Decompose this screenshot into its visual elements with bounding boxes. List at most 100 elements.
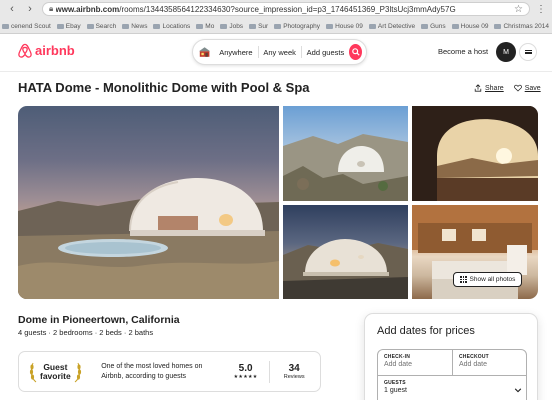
browser-menu-icon[interactable]: ⋮ xyxy=(536,4,546,15)
bookmark-item[interactable]: House 09 xyxy=(326,23,363,30)
address-bar[interactable]: 🔒︎ www.airbnb.com/rooms/1344358564122334… xyxy=(42,2,530,16)
folder-icon xyxy=(2,23,9,29)
booking-title: Add dates for prices xyxy=(377,325,475,337)
folder-icon xyxy=(326,23,334,29)
guest-favorite-badge: Guest favorite xyxy=(29,361,93,383)
folder-icon xyxy=(494,23,502,29)
reviews-label: Reviews xyxy=(283,374,305,380)
bookmark-item[interactable]: Christmas 2014 xyxy=(494,23,549,30)
checkout-value: Add date xyxy=(459,361,488,368)
browser-chrome: ‹ › 🔒︎ www.airbnb.com/rooms/134435856412… xyxy=(0,0,552,34)
bookmark-item[interactable]: Ebay xyxy=(56,23,81,30)
bookmark-label: Photography xyxy=(283,22,321,30)
bookmark-label: Guns xyxy=(430,22,446,30)
checkin-field[interactable]: CHECK-IN Add date xyxy=(378,350,453,376)
guest-favorite-card[interactable]: Guest favorite One of the most loved hom… xyxy=(18,351,321,392)
browser-toolbar: ‹ › 🔒︎ www.airbnb.com/rooms/134435856412… xyxy=(0,0,552,18)
save-label: Save xyxy=(524,84,541,92)
bookmark-item[interactable]: Locations xyxy=(153,23,190,30)
booking-card: Add dates for prices CHECK-IN Add date C… xyxy=(364,313,538,400)
search-bar[interactable]: Anywhere Any week Add guests xyxy=(192,39,367,65)
folder-icon xyxy=(122,23,130,29)
folder-icon xyxy=(421,23,429,29)
guests-label: GUESTS xyxy=(384,380,406,386)
folder-icon xyxy=(86,23,94,29)
folder-icon xyxy=(220,23,228,29)
share-button[interactable]: Share xyxy=(474,84,504,92)
bookmark-label: Sur xyxy=(258,22,269,30)
bookmark-item[interactable]: cenend Scout xyxy=(2,23,51,30)
any-week-button[interactable]: Any week xyxy=(258,48,301,57)
main-photo-dome-exterior[interactable] xyxy=(18,106,279,299)
menu-button[interactable] xyxy=(519,43,537,61)
bookmark-label: Search xyxy=(95,22,117,30)
photo-dome-landscape[interactable] xyxy=(283,106,408,201)
folder-icon xyxy=(56,23,64,29)
anywhere-button[interactable]: Anywhere xyxy=(214,48,257,57)
photo-dome-interior-window[interactable] xyxy=(412,106,538,201)
checkout-field[interactable]: CHECKOUT Add date xyxy=(453,350,526,376)
bookmark-item[interactable]: Jobs xyxy=(220,23,243,30)
bookmark-item[interactable]: Photography xyxy=(274,23,320,30)
bookmark-item[interactable]: House 09 xyxy=(451,22,489,30)
bookmark-label: Christmas 2014 xyxy=(503,22,550,30)
share-icon xyxy=(474,84,482,92)
title-actions: Share Save xyxy=(474,84,541,92)
folder-icon xyxy=(368,23,376,29)
folder-icon xyxy=(196,23,204,29)
bookmark-label: Jobs xyxy=(229,22,244,30)
rating-value: 5.0 xyxy=(238,363,253,374)
bookmark-item[interactable]: Art Detective xyxy=(368,23,415,30)
forward-button[interactable]: › xyxy=(24,3,36,15)
heart-icon xyxy=(513,84,522,92)
grid-icon xyxy=(460,276,467,283)
site-header: airbnb Anywhere Any week Add guests Beco… xyxy=(0,34,552,72)
rating-summary: 5.0 ★★★★★ xyxy=(228,363,264,380)
reviews-summary[interactable]: 34 Reviews xyxy=(278,363,310,380)
avatar[interactable]: M xyxy=(496,42,516,62)
bookmarks-bar: cenend Scout Ebay Search News Locations Mo Job… xyxy=(0,19,552,33)
add-guests-button[interactable]: Add guests xyxy=(302,48,350,57)
chevron-down-icon xyxy=(514,388,522,393)
checkout-label: CHECKOUT xyxy=(459,354,489,360)
share-label: Share xyxy=(485,84,504,92)
url-text: www.airbnb.com/rooms/1344358564122334630… xyxy=(55,4,456,14)
interior-window-image xyxy=(412,106,538,201)
show-all-photos-button[interactable]: Show all photos xyxy=(453,272,523,287)
save-button[interactable]: Save xyxy=(513,84,541,92)
airbnb-logo-icon xyxy=(18,43,32,58)
laurel-left-icon xyxy=(29,362,37,382)
bookmark-star-icon[interactable]: ☆ xyxy=(514,4,523,15)
become-host-link[interactable]: Become a host xyxy=(438,47,488,56)
bookmark-label: House 09 xyxy=(335,22,363,30)
dome-landscape-image xyxy=(283,134,408,201)
bookmark-item[interactable]: News xyxy=(122,23,147,30)
folder-icon xyxy=(153,23,161,29)
bookmark-label: House 09 xyxy=(460,22,489,30)
hamburger-icon xyxy=(524,50,532,54)
guests-select[interactable]: GUESTS 1 guest xyxy=(378,376,526,400)
laurel-right-icon xyxy=(74,362,81,382)
guest-favorite-text: Guest favorite xyxy=(40,361,71,381)
back-button[interactable]: ‹ xyxy=(6,3,18,15)
show-all-photos-label: Show all photos xyxy=(469,276,516,283)
house-icon xyxy=(199,47,211,57)
bookmark-item[interactable]: Guns xyxy=(421,23,446,30)
booking-inputs: CHECK-IN Add date CHECKOUT Add date GUES… xyxy=(377,349,527,400)
search-button[interactable] xyxy=(349,44,362,60)
listing-details: 4 guests · 2 bedrooms · 2 beds · 2 baths xyxy=(18,328,154,337)
rating-divider xyxy=(269,360,271,383)
bookmark-label: Locations xyxy=(162,22,191,30)
page-title: HATA Dome - Monolithic Dome with Pool & … xyxy=(18,80,310,95)
guest-favorite-description: One of the most loved homes on Airbnb, a… xyxy=(101,363,203,380)
folder-icon xyxy=(274,23,282,29)
photo-dome-twilight[interactable] xyxy=(283,205,408,299)
guests-value: 1 guest xyxy=(384,387,407,394)
bookmark-item[interactable]: Search xyxy=(86,22,117,30)
dome-exterior-image xyxy=(18,178,279,299)
bookmark-item[interactable]: Mo xyxy=(196,23,214,30)
bookmark-item[interactable]: Sur xyxy=(249,23,268,30)
airbnb-logo[interactable]: airbnb xyxy=(18,43,75,58)
checkin-label: CHECK-IN xyxy=(384,354,411,360)
bookmark-label: Mo xyxy=(205,22,215,30)
